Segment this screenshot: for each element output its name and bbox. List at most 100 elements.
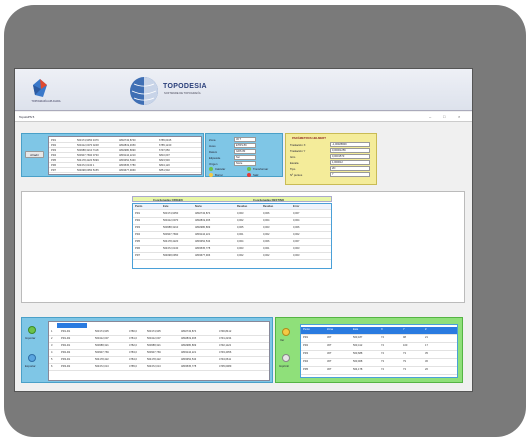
export-label: Exportar xyxy=(25,364,36,368)
table-cell: 563688,321 xyxy=(95,344,109,347)
table-cell: 6823,530 xyxy=(159,159,170,162)
import-grid[interactable]: 1 PR1-R1 563174,935 4780,0 563174,935 4802743… xyxy=(48,321,270,381)
export-icon[interactable] xyxy=(28,354,36,362)
table-cell: 563,688 xyxy=(353,352,363,355)
table-cell: 6810,007 xyxy=(159,154,170,157)
calculate-button[interactable]: Calcular xyxy=(215,167,225,171)
maximize-button[interactable]: □ xyxy=(443,114,445,119)
table-row[interactable]: PR3 563688,3210 4802980,809 0,005 0,003 0,006 xyxy=(133,225,331,232)
table-cell: PR5 xyxy=(51,159,57,162)
table-cell: 4794,6611 xyxy=(219,358,232,361)
table-cell: 563174,9350 3476 xyxy=(77,139,99,142)
form-field[interactable]: ETRS 89 xyxy=(234,143,256,148)
topodesia-globe-icon xyxy=(130,77,158,105)
table-cell: 564178,4220 5099 xyxy=(77,159,99,162)
table-cell: 30T xyxy=(327,336,332,339)
points-grid[interactable]: PR1 563174,9350 3476 4802743,8740 6785,0345… xyxy=(48,136,202,175)
exit-button[interactable]: Salir xyxy=(253,173,259,177)
table-cell: 6785,1240 xyxy=(159,144,172,147)
brand-name: TOPODESIA xyxy=(163,83,207,90)
table-cell: PR3 xyxy=(135,226,141,229)
table-cell: 563174,935 xyxy=(147,330,161,333)
results-grid[interactable]: Punto Este Norte Residuo Residuo Error PR1 5631… xyxy=(132,203,332,269)
view-icon[interactable] xyxy=(282,328,290,336)
table-row[interactable]: 4 PR2-R2 563907,769 4783,0 563907,769 4803144… xyxy=(49,350,269,357)
close-button[interactable]: × xyxy=(458,114,460,119)
table-cell: 564178,422 xyxy=(147,358,161,361)
brand-subtitle: SOFTWARE DE TOPOGRAFÍA xyxy=(164,92,201,95)
table-cell: 0,007 xyxy=(293,212,300,215)
table-row[interactable]: PR4 563907,7690 4803144,221 0,001 0,002 0,002 xyxy=(133,232,331,239)
table-cell: PR1-R2 xyxy=(61,337,71,340)
table-row[interactable]: PR6 564372,0130 4803535,778 0,003 0,001 0,003 xyxy=(133,246,331,253)
table-cell: 4803677,906 xyxy=(195,254,211,257)
form-field[interactable]: Sur xyxy=(234,155,256,160)
table-row[interactable]: 3 PR2-R1 563688,321 4782,0 563688,321 4802980… xyxy=(49,343,269,350)
table-cell: PR6 xyxy=(51,164,57,167)
table-cell: 563174,935 xyxy=(95,330,109,333)
table-row[interactable]: 2 PR1-R2 563412,007 4781,0 563412,007 4802819… xyxy=(49,336,269,343)
transform-icon xyxy=(247,167,251,171)
table-row[interactable]: PR1 563174,9350 4802743,874 0,003 0,006 0,007 xyxy=(133,211,331,218)
table-cell: 79 xyxy=(403,360,406,363)
table-cell: 30T xyxy=(327,360,332,363)
param-label: Traslación X xyxy=(290,143,306,147)
logo-left-icon xyxy=(33,79,47,97)
table-row[interactable]: 1 PR1-R1 563174,935 4780,0 563174,935 4802743… xyxy=(49,329,269,336)
form-field[interactable]: Norte xyxy=(234,161,256,166)
table-row[interactable]: PR7 564698,0950 4803677,906 0,002 0,002 0,003 xyxy=(133,253,331,260)
table-cell: 4802819,465 xyxy=(181,337,197,340)
results-area: Coordenadas ORIGEN Coordenadas DESTINO P… xyxy=(21,191,465,303)
minimize-button[interactable]: – xyxy=(429,114,431,119)
table-cell: 4802980,8090 xyxy=(119,149,136,152)
table-cell: PR1-R1 xyxy=(61,330,71,333)
param-label: Nº puntos xyxy=(290,173,303,177)
table-row[interactable]: PR2 563412,0070 4802819,465 0,002 0,004 0,004 xyxy=(133,218,331,225)
table-row[interactable]: Punto Zona Este X Y Z xyxy=(301,327,457,335)
table-cell: 4803535,7780 xyxy=(119,164,136,167)
form-field[interactable]: GRS 80 xyxy=(234,149,256,154)
table-cell: 74 xyxy=(381,368,384,371)
transform-button[interactable]: Transformar xyxy=(253,167,268,171)
param-value: 1,000012 xyxy=(330,160,370,165)
table-row[interactable]: 6 PR3-R2 564372,013 4785,0 564372,013 4803535… xyxy=(49,364,269,371)
stations-grid[interactable]: Punto Zona Este X Y Z PR1 30T 563,187 74 98 21 PR2 30… xyxy=(300,324,458,378)
table-cell: 0,003 xyxy=(237,247,244,250)
param-value: 0,0001573 xyxy=(330,154,370,159)
form-field[interactable]: 30 T xyxy=(234,137,256,142)
table-cell: 564698,0950 5155 xyxy=(77,169,99,172)
table-cell: 4802743,874 xyxy=(181,330,197,333)
table-row[interactable]: PR5 30T 564,178 74 73 26 xyxy=(301,367,457,375)
table-cell: 4803352,5430 xyxy=(119,159,136,162)
add-points-button[interactable]: Añadir xyxy=(25,151,44,158)
clear-button[interactable]: Borrar xyxy=(215,173,223,177)
table-cell: 564,178 xyxy=(353,368,363,371)
table-cell: 0,004 xyxy=(293,219,300,222)
screenshot-frame: TOPOGRAFÍA APLICADA TOPODESIA SOFTWARE D… xyxy=(4,5,526,437)
table-row[interactable]: PR3 30T 563,688 74 73 35 xyxy=(301,351,457,359)
table-cell: 4802819,465 xyxy=(195,219,211,222)
table-row[interactable]: PR1 30T 563,187 74 98 21 xyxy=(301,335,457,343)
table-cell: 4803352,543 xyxy=(195,240,211,243)
table-cell: 0,002 xyxy=(237,254,244,257)
table-row[interactable]: PR4 30T 563,908 73 79 36 xyxy=(301,359,457,367)
table-cell: 6785,0345 xyxy=(159,139,172,142)
table-cell: 564372,0130 xyxy=(163,247,179,250)
import-icon[interactable] xyxy=(28,326,36,334)
table-cell: 563412,007 xyxy=(147,337,161,340)
table-row[interactable]: PR7 564698,0950 5155 4803677,9060 6851,502 xyxy=(49,168,201,173)
table-cell: 563907,7690 0730 xyxy=(77,154,99,157)
table-cell: 0,004 xyxy=(237,240,244,243)
table-row[interactable]: PR5 564178,4220 4803352,543 0,004 0,006 0,007 xyxy=(133,239,331,246)
print-icon[interactable] xyxy=(282,354,290,362)
table-cell: 563412,0070 0248 xyxy=(77,144,99,147)
table-row[interactable]: PR2 30T 563,412 74 100 17 xyxy=(301,343,457,351)
param-value: 2D xyxy=(330,166,370,171)
table-row[interactable]: 5 PR3-R1 564178,422 4784,0 564178,422 4803352… xyxy=(49,357,269,364)
destination-header: Coordenadas DESTINO xyxy=(253,198,285,202)
table-cell: 4784,0 xyxy=(129,358,137,361)
points-panel: Añadir PR1 563174,9350 3476 4802743,8740 67… xyxy=(21,133,204,177)
table-cell: PR7 xyxy=(135,254,141,257)
table-cell: PR4 xyxy=(303,360,309,363)
table-cell: 0,006 xyxy=(293,226,300,229)
